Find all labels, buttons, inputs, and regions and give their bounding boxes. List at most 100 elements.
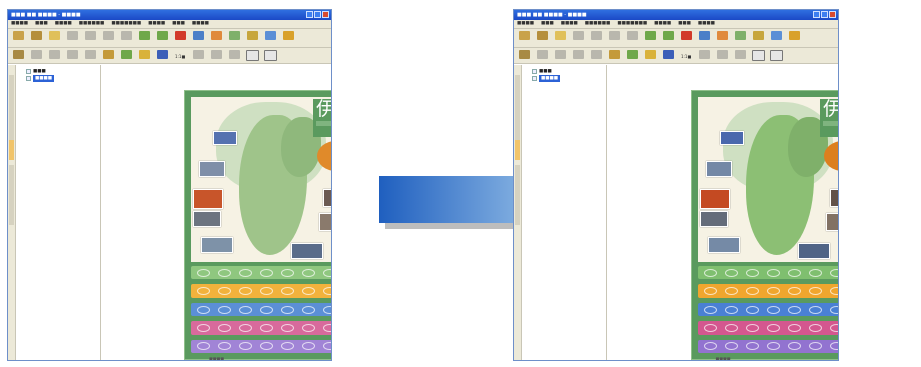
maximize-button[interactable] bbox=[314, 11, 321, 18]
tool-button[interactable] bbox=[589, 31, 603, 46]
tool-button[interactable] bbox=[65, 50, 79, 62]
menu-item[interactable]: ■■■■ bbox=[654, 20, 671, 28]
tool-button[interactable] bbox=[679, 31, 693, 46]
tool-button[interactable] bbox=[137, 50, 151, 62]
tool-button[interactable] bbox=[571, 31, 585, 46]
tool-button[interactable] bbox=[553, 31, 567, 46]
tool-button[interactable] bbox=[155, 50, 169, 62]
tool-button[interactable] bbox=[83, 31, 97, 46]
tool-button[interactable] bbox=[47, 50, 61, 62]
minimize-button[interactable] bbox=[813, 11, 820, 18]
menu-item[interactable]: ■■■■ bbox=[148, 20, 165, 28]
tool-button[interactable] bbox=[245, 50, 259, 62]
tool-button[interactable] bbox=[787, 31, 801, 46]
side-tab[interactable] bbox=[515, 165, 520, 225]
tool-button[interactable] bbox=[643, 31, 657, 46]
tool-button[interactable] bbox=[47, 31, 61, 46]
tool-button[interactable] bbox=[769, 31, 783, 46]
tool-button[interactable] bbox=[191, 50, 205, 62]
menu-item[interactable]: ■■■■■■■ bbox=[617, 20, 647, 28]
tool-button[interactable] bbox=[661, 31, 675, 46]
menu-item[interactable]: ■■■■ bbox=[192, 20, 209, 28]
menu-item[interactable]: ■■■■ bbox=[561, 20, 578, 28]
tool-button[interactable] bbox=[245, 31, 259, 46]
tool-button[interactable] bbox=[571, 50, 585, 62]
expand-icon[interactable] bbox=[532, 69, 537, 74]
menu-item[interactable]: ■■■■ bbox=[55, 20, 72, 28]
tool-button[interactable] bbox=[643, 50, 657, 62]
menu-item[interactable]: ■■■ bbox=[172, 20, 185, 28]
expand-icon[interactable] bbox=[26, 69, 31, 74]
tool-button[interactable] bbox=[751, 31, 765, 46]
tool-button[interactable] bbox=[625, 31, 639, 46]
menu-item[interactable]: ■■■■■■ bbox=[79, 20, 105, 28]
tree-item-selected[interactable]: ■■■■ bbox=[26, 75, 100, 82]
side-tab[interactable] bbox=[9, 165, 14, 225]
side-tab-active[interactable] bbox=[9, 140, 14, 160]
minimize-button[interactable] bbox=[306, 11, 313, 18]
tool-button[interactable] bbox=[535, 31, 549, 46]
tool-button[interactable] bbox=[607, 50, 621, 62]
tool-button[interactable] bbox=[715, 50, 729, 62]
tool-button[interactable] bbox=[625, 50, 639, 62]
tool-button[interactable] bbox=[137, 31, 151, 46]
tool-button[interactable] bbox=[209, 50, 223, 62]
tool-button[interactable] bbox=[65, 31, 79, 46]
tool-button[interactable] bbox=[535, 50, 549, 62]
tool-button[interactable] bbox=[553, 50, 567, 62]
tool-button[interactable] bbox=[607, 31, 621, 46]
zoom-level[interactable]: 1:1■ bbox=[175, 54, 185, 59]
tool-button[interactable] bbox=[173, 31, 187, 46]
tool-button[interactable] bbox=[589, 50, 603, 62]
expand-icon[interactable] bbox=[532, 76, 537, 81]
tool-button[interactable] bbox=[191, 31, 205, 46]
tool-button[interactable] bbox=[29, 31, 43, 46]
menu-item[interactable]: ■■■■ bbox=[517, 20, 534, 28]
tool-button[interactable] bbox=[119, 50, 133, 62]
close-button[interactable] bbox=[322, 11, 329, 18]
tool-button[interactable] bbox=[227, 50, 241, 62]
menu-item[interactable]: ■■■■■■ bbox=[585, 20, 611, 28]
tool-button[interactable] bbox=[101, 50, 115, 62]
tool-button[interactable] bbox=[11, 50, 25, 62]
page-canvas[interactable]: 伊豆 ■■■■ bbox=[102, 65, 331, 360]
tool-button[interactable] bbox=[227, 31, 241, 46]
tool-button[interactable] bbox=[661, 50, 675, 62]
tool-button[interactable] bbox=[733, 31, 747, 46]
menu-item[interactable]: ■■■■ bbox=[11, 20, 28, 28]
page-canvas[interactable]: 伊豆 ■■■■ bbox=[608, 65, 838, 360]
menu-item[interactable]: ■■■ bbox=[35, 20, 48, 28]
maximize-button[interactable] bbox=[821, 11, 828, 18]
tool-button[interactable] bbox=[697, 31, 711, 46]
tool-button[interactable] bbox=[11, 31, 25, 46]
poster-preview[interactable]: 伊豆 bbox=[691, 90, 838, 360]
tool-button[interactable] bbox=[517, 31, 531, 46]
poster-preview[interactable]: 伊豆 bbox=[184, 90, 331, 360]
tool-button[interactable] bbox=[751, 50, 765, 62]
tool-button[interactable] bbox=[29, 50, 43, 62]
tool-button[interactable] bbox=[83, 50, 97, 62]
zoom-level[interactable]: 1:1■ bbox=[681, 54, 691, 59]
tool-button[interactable] bbox=[101, 31, 115, 46]
side-tab-active[interactable] bbox=[515, 140, 520, 160]
tool-button[interactable] bbox=[715, 31, 729, 46]
tree-item[interactable]: ■■■ bbox=[26, 68, 100, 75]
tool-button[interactable] bbox=[517, 50, 531, 62]
tool-button[interactable] bbox=[209, 31, 223, 46]
tool-button[interactable] bbox=[733, 50, 747, 62]
menu-item[interactable]: ■■■■ bbox=[698, 20, 715, 28]
close-button[interactable] bbox=[829, 11, 836, 18]
tool-button[interactable] bbox=[155, 31, 169, 46]
tool-button[interactable] bbox=[281, 31, 295, 46]
menu-item[interactable]: ■■■■■■■ bbox=[111, 20, 141, 28]
menu-item[interactable]: ■■■ bbox=[678, 20, 691, 28]
tree-item-selected[interactable]: ■■■■ bbox=[532, 75, 606, 82]
tool-button[interactable] bbox=[263, 50, 277, 62]
tool-button[interactable] bbox=[119, 31, 133, 46]
tool-button[interactable] bbox=[697, 50, 711, 62]
tree-item[interactable]: ■■■ bbox=[532, 68, 606, 75]
menu-item[interactable]: ■■■ bbox=[541, 20, 554, 28]
expand-icon[interactable] bbox=[26, 76, 31, 81]
tool-button[interactable] bbox=[263, 31, 277, 46]
tool-button[interactable] bbox=[769, 50, 783, 62]
